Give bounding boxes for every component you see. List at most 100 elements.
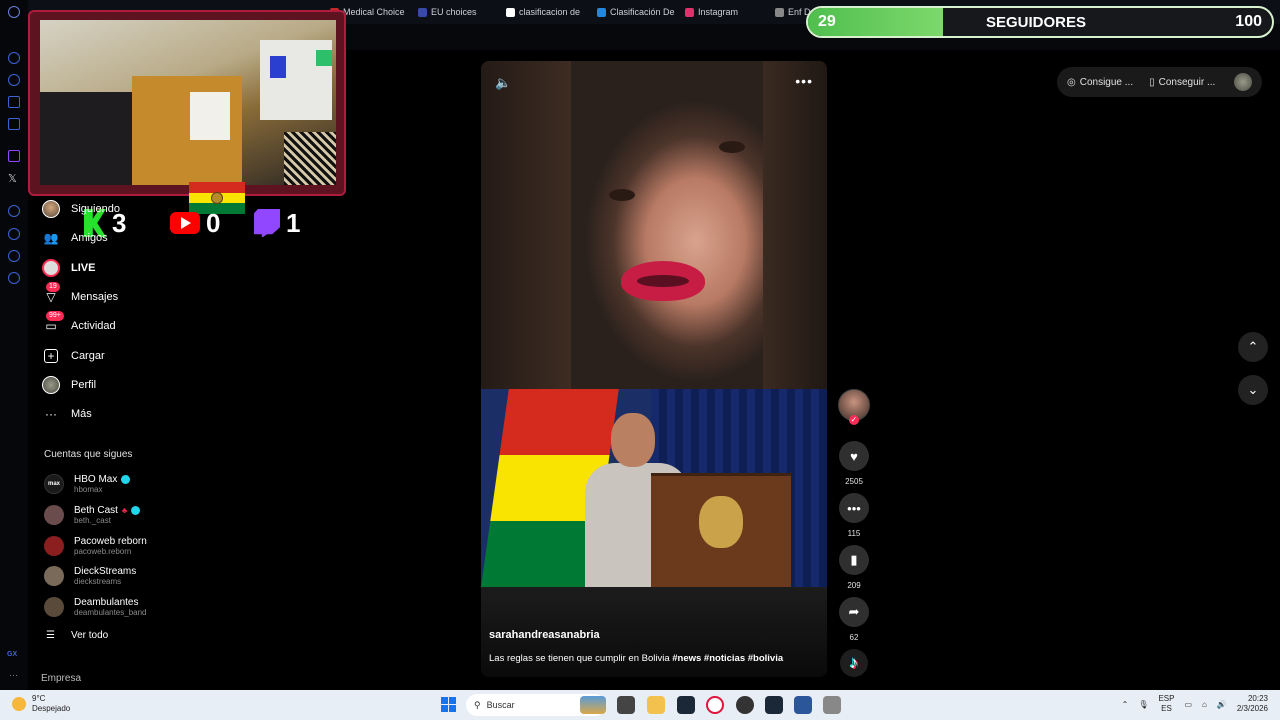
followed-account[interactable]: max HBO Max hbomax <box>44 471 131 497</box>
account-name: HBO Max <box>74 474 118 485</box>
next-video-button[interactable]: ⌄ <box>1238 375 1268 405</box>
verified-icon <box>121 475 131 484</box>
get-coins-button[interactable]: ◎ Consigue ... <box>1067 77 1133 88</box>
sidebar-app-icon[interactable] <box>8 74 20 86</box>
nav-item-more[interactable]: ··· Más <box>42 403 92 425</box>
video-player[interactable]: 🔈 ••• sarahandreasanabria Las reglas se … <box>481 61 827 677</box>
hair <box>481 61 571 389</box>
nav-item-upload[interactable]: + Cargar <box>42 345 105 367</box>
follow-check-icon[interactable]: ✓ <box>849 415 859 425</box>
nav-item-following[interactable]: Siguiendo <box>42 198 120 220</box>
see-all-link[interactable]: ☰ Ver todo <box>46 630 108 641</box>
tab-favicon-icon <box>775 7 784 17</box>
more-options-icon[interactable]: ••• <box>795 73 813 89</box>
chevron-up-icon[interactable]: ⌃ <box>1122 700 1129 709</box>
previous-video-button[interactable]: ⌃ <box>1238 332 1268 362</box>
language-indicator[interactable]: ESP ES <box>1158 694 1174 714</box>
more-icon: ··· <box>45 407 57 421</box>
get-app-button[interactable]: ▯ Conseguir ... <box>1149 77 1215 88</box>
tab-favicon-icon <box>597 7 606 17</box>
twitch-sidebar-icon[interactable] <box>8 150 20 162</box>
nav-item-friends[interactable]: 👥 Amigos <box>42 227 108 249</box>
nav-item-label: Más <box>71 408 92 420</box>
browser-tab[interactable]: clasificacion de <box>506 4 580 20</box>
mic-icon[interactable]: 🎙 <box>1138 700 1148 709</box>
account-name: Pacoweb reborn <box>74 536 147 547</box>
lang-top: ESP <box>1158 694 1175 703</box>
nav-item-label: LIVE <box>71 262 96 274</box>
bookmark-icon[interactable]: ▮ <box>839 545 869 575</box>
upload-icon: + <box>44 349 58 363</box>
network-icon[interactable]: ⌂ <box>1202 700 1207 709</box>
comment-action[interactable]: ••• 115 <box>837 493 871 538</box>
browser-tab[interactable]: EU choices <box>418 4 477 20</box>
twitch-count: 1 <box>286 207 301 238</box>
user-avatar[interactable] <box>1234 73 1252 91</box>
footer-company-link[interactable]: Empresa <box>41 673 81 684</box>
youtube-count: 0 <box>206 207 221 238</box>
sidebar-app-icon[interactable] <box>8 118 20 130</box>
sidebar-app-icon[interactable] <box>8 250 20 262</box>
followed-account[interactable]: Deambulantes deambulantes_band <box>44 594 147 620</box>
phone-icon: ▯ <box>1149 76 1155 88</box>
search-icon: ⚲ <box>474 699 481 710</box>
volume-tray-icon[interactable]: 🔊 <box>1217 700 1227 709</box>
sidebar-app-icon[interactable] <box>8 205 20 217</box>
volume-icon[interactable]: 🔈 <box>495 75 511 91</box>
history-icon[interactable] <box>8 228 20 240</box>
start-button[interactable] <box>441 697 456 712</box>
comment-icon[interactable]: ••• <box>839 493 869 523</box>
display-icon[interactable]: ▭ <box>1184 700 1192 709</box>
opera-logo-icon[interactable] <box>8 6 20 18</box>
gx-icon: GX <box>7 651 18 658</box>
app-icon[interactable] <box>823 696 841 714</box>
x-sidebar-icon[interactable]: 𝕏 <box>8 172 17 185</box>
file-explorer-icon[interactable] <box>647 696 665 714</box>
account-handle: dieckstreams <box>74 577 122 586</box>
followed-account[interactable]: DieckStreams dieckstreams <box>44 563 136 589</box>
sidebar-more-icon[interactable]: ··· <box>9 670 18 680</box>
sidebar-app-icon[interactable] <box>8 96 20 108</box>
steam-icon[interactable] <box>677 696 695 714</box>
tab-favicon-icon <box>685 7 694 17</box>
nav-item-messages[interactable]: ▽ 19 Mensajes <box>42 282 118 308</box>
sidebar-app-icon[interactable] <box>8 52 20 64</box>
tab-title: EU choices <box>431 7 477 17</box>
tab-title: Clasificación De <box>610 7 675 17</box>
steam-icon-2[interactable] <box>765 696 783 714</box>
nav-item-label: Cargar <box>71 350 105 362</box>
browser-tab[interactable]: Enf D <box>775 4 811 20</box>
speaker-head <box>611 413 655 467</box>
tiktok-logo-icon[interactable]: ♪ <box>840 649 868 677</box>
share-action[interactable]: ➦ 62 <box>837 597 871 642</box>
save-action[interactable]: ▮ 209 <box>837 545 871 590</box>
share-icon[interactable]: ➦ <box>839 597 869 627</box>
twitch-icon <box>254 209 280 237</box>
profile-avatar-icon <box>42 376 60 394</box>
heart-icon[interactable]: ♥ <box>839 441 869 471</box>
settings-icon[interactable] <box>8 272 20 284</box>
messages-badge: 19 <box>46 282 60 292</box>
like-action[interactable]: ♥ 2505 <box>837 441 871 486</box>
browser-tab[interactable]: Instagram <box>685 4 738 20</box>
opera-gx-icon[interactable] <box>706 696 724 714</box>
save-count: 209 <box>847 581 861 590</box>
caption-hashtags[interactable]: #news #noticias #bolivia <box>672 653 783 664</box>
nav-item-activity[interactable]: ▭ 99+ Actividad <box>42 311 116 337</box>
widget-app-icon[interactable] <box>580 696 606 714</box>
video-author[interactable]: sarahandreasanabria <box>489 629 600 641</box>
followed-account[interactable]: Beth Cast ♣ beth._cast <box>44 502 141 528</box>
chair <box>284 132 336 185</box>
word-icon[interactable] <box>794 696 812 714</box>
clock[interactable]: 20:23 2/3/2026 <box>1237 694 1268 714</box>
task-view-icon[interactable] <box>617 696 635 714</box>
weather-widget[interactable]: 9°C Despejado <box>12 694 70 714</box>
obs-icon[interactable] <box>736 696 754 714</box>
person-silhouette <box>40 92 132 185</box>
nav-item-live[interactable]: LIVE <box>42 257 95 279</box>
account-handle: pacoweb.reborn <box>74 547 132 556</box>
nav-item-profile[interactable]: Perfil <box>42 374 96 396</box>
browser-tab[interactable]: Clasificación De <box>597 4 675 20</box>
followed-account[interactable]: Pacoweb reborn pacoweb.reborn <box>44 533 147 559</box>
weather-desc: Despejado <box>32 704 71 713</box>
